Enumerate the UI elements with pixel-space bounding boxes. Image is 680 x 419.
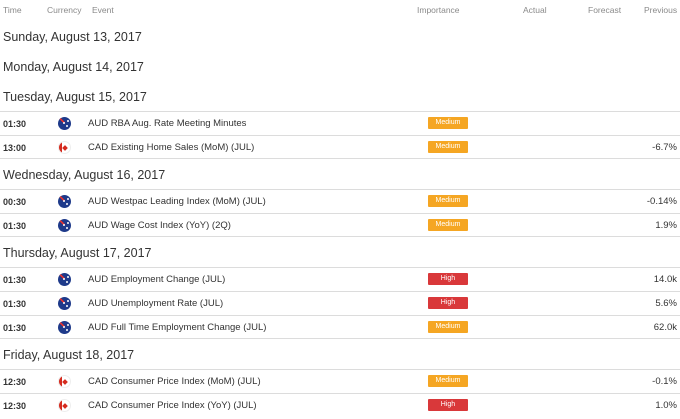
event-row[interactable]: 01:30 AUD Employment Change (JUL) High 1… (0, 267, 680, 291)
importance-badge: High (428, 273, 468, 285)
importance-badge: Medium (428, 219, 468, 231)
importance-badge: High (428, 399, 468, 411)
event-time: 00:30 (3, 197, 27, 207)
event-time: 13:00 (3, 143, 27, 153)
event-row[interactable]: 12:30 CAD Consumer Price Index (MoM) (JU… (0, 369, 680, 393)
australia-flag-icon (58, 321, 71, 334)
event-name[interactable]: CAD Existing Home Sales (MoM) (JUL) (88, 142, 254, 153)
day-heading-label: Monday, August 14, 2017 (3, 60, 144, 74)
previous-value: 5.6% (655, 298, 677, 309)
event-name[interactable]: AUD Employment Change (JUL) (88, 274, 225, 285)
day-heading-label: Thursday, August 17, 2017 (3, 246, 152, 260)
column-header-actual: Actual (523, 5, 547, 15)
event-time: 12:30 (3, 401, 27, 411)
importance-badge: Medium (428, 195, 468, 207)
event-name[interactable]: AUD Unemployment Rate (JUL) (88, 298, 223, 309)
australia-flag-icon (58, 195, 71, 208)
previous-value: 62.0k (653, 322, 677, 333)
australia-flag-icon (58, 297, 71, 310)
event-name[interactable]: AUD Full Time Employment Change (JUL) (88, 322, 266, 333)
column-header-time: Time (3, 5, 22, 15)
event-time: 01:30 (3, 119, 27, 129)
australia-flag-icon (58, 273, 71, 286)
event-name[interactable]: AUD RBA Aug. Rate Meeting Minutes (88, 118, 246, 129)
event-time: 12:30 (3, 377, 27, 387)
column-header-currency: Currency (47, 5, 82, 15)
column-header-event: Event (92, 5, 114, 15)
day-heading-label: Wednesday, August 16, 2017 (3, 168, 166, 182)
event-time: 01:30 (3, 299, 27, 309)
event-name[interactable]: CAD Consumer Price Index (MoM) (JUL) (88, 376, 261, 387)
previous-value: 1.9% (655, 220, 677, 231)
event-row[interactable]: 13:00 CAD Existing Home Sales (MoM) (JUL… (0, 135, 680, 159)
canada-flag-icon (58, 375, 71, 388)
event-time: 01:30 (3, 275, 27, 285)
event-time: 01:30 (3, 323, 27, 333)
importance-badge: Medium (428, 117, 468, 129)
event-row[interactable]: 12:30 CAD Consumer Price Index (YoY) (JU… (0, 393, 680, 419)
previous-value: 14.0k (653, 274, 677, 285)
importance-badge: Medium (428, 375, 468, 387)
canada-flag-icon (58, 141, 71, 154)
event-row[interactable]: 01:30 AUD Wage Cost Index (YoY) (2Q) Med… (0, 213, 680, 237)
event-name[interactable]: CAD Consumer Price Index (YoY) (JUL) (88, 400, 257, 411)
previous-value: -6.7% (652, 142, 677, 153)
day-heading-label: Tuesday, August 15, 2017 (3, 90, 147, 104)
importance-badge: Medium (428, 141, 468, 153)
event-row[interactable]: 01:30 AUD RBA Aug. Rate Meeting Minutes … (0, 111, 680, 135)
table-header: Time Currency Event Importance Actual Fo… (0, 0, 680, 20)
event-name[interactable]: AUD Westpac Leading Index (MoM) (JUL) (88, 196, 266, 207)
previous-value: -0.1% (652, 376, 677, 387)
event-row[interactable]: 01:30 AUD Full Time Employment Change (J… (0, 315, 680, 339)
importance-badge: Medium (428, 321, 468, 333)
event-row[interactable]: 00:30 AUD Westpac Leading Index (MoM) (J… (0, 189, 680, 213)
column-header-importance: Importance (417, 5, 460, 15)
australia-flag-icon (58, 219, 71, 232)
column-header-forecast: Forecast (588, 5, 622, 15)
importance-badge: High (428, 297, 468, 309)
previous-value: 1.0% (655, 400, 677, 411)
event-row[interactable]: 01:30 AUD Unemployment Rate (JUL) High 5… (0, 291, 680, 315)
previous-value: -0.14% (646, 196, 677, 207)
column-header-previous: Previous (644, 5, 678, 15)
day-heading-label: Sunday, August 13, 2017 (3, 30, 142, 44)
event-name[interactable]: AUD Wage Cost Index (YoY) (2Q) (88, 220, 231, 231)
event-time: 01:30 (3, 221, 27, 231)
canada-flag-icon (58, 399, 71, 412)
australia-flag-icon (58, 117, 71, 130)
day-heading-label: Friday, August 18, 2017 (3, 348, 135, 362)
